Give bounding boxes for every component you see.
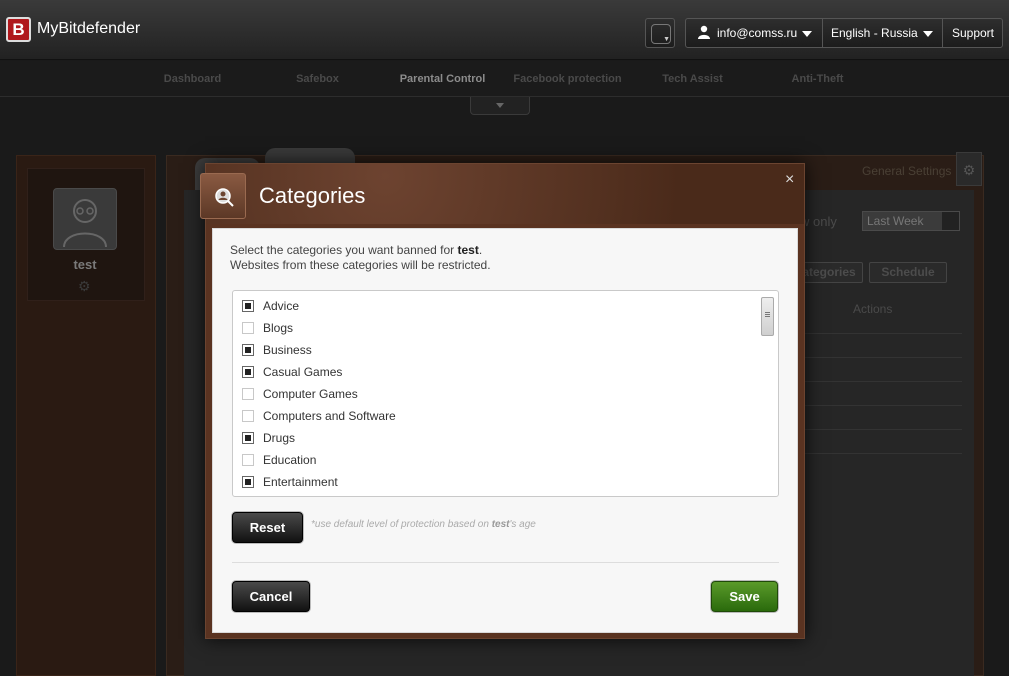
category-entertainment[interactable]: Entertainment <box>242 471 742 493</box>
category-label: Advice <box>263 299 300 313</box>
general-settings-link[interactable]: General Settings <box>862 164 951 178</box>
actions-column-header: Actions <box>853 302 893 316</box>
bitdefender-logo[interactable]: B <box>6 17 31 42</box>
nav-expand-tab[interactable] <box>470 97 530 115</box>
nav-item-dashboard[interactable]: Dashboard <box>130 73 255 85</box>
gear-icon[interactable]: ⚙ <box>78 278 91 295</box>
chevron-down-icon <box>942 212 959 230</box>
nav-item-parental-control[interactable]: Parental Control <box>380 73 505 85</box>
cancel-button[interactable]: Cancel <box>232 581 310 612</box>
category-business[interactable]: Business <box>242 339 742 361</box>
checkbox[interactable] <box>242 432 254 444</box>
close-icon[interactable]: × <box>785 171 794 189</box>
avatar <box>53 188 117 250</box>
checkbox[interactable] <box>242 322 254 334</box>
intro-user: test <box>457 243 479 257</box>
reset-note: *use default level of protection based o… <box>311 519 536 530</box>
checkbox[interactable] <box>242 388 254 400</box>
category-computers-software[interactable]: Computers and Software <box>242 405 742 427</box>
support-link[interactable]: Support <box>943 19 1003 47</box>
top-bar: B MyBitdefender ▼ info@comss.ru English … <box>0 0 1009 60</box>
language-label: English - Russia <box>831 26 918 40</box>
note-prefix: *use default level of protection based o… <box>311 519 492 530</box>
category-blogs[interactable]: Blogs <box>242 317 742 339</box>
intro-line1-prefix: Select the categories you want banned fo… <box>230 243 458 257</box>
dialog-title: Categories <box>259 183 366 208</box>
categories-icon <box>200 173 246 219</box>
nav-item-tech-assist[interactable]: Tech Assist <box>630 73 755 85</box>
notifications-button[interactable]: ▼ <box>645 18 675 48</box>
brand-name[interactable]: MyBitdefender <box>37 20 140 38</box>
profile-name: test <box>73 257 97 272</box>
intro-line1-suffix: . <box>478 243 483 257</box>
checkbox[interactable] <box>242 366 254 378</box>
category-label: Computers and Software <box>263 409 396 423</box>
divider <box>232 562 779 563</box>
checkbox[interactable] <box>242 454 254 466</box>
category-drugs[interactable]: Drugs <box>242 427 742 449</box>
category-education[interactable]: Education <box>242 449 742 471</box>
checkbox[interactable] <box>242 410 254 422</box>
category-casual-games[interactable]: Casual Games <box>242 361 742 383</box>
chevron-down-icon <box>496 103 504 108</box>
category-computer-games[interactable]: Computer Games <box>242 383 742 405</box>
chevron-down-icon: ▼ <box>663 36 670 43</box>
checkbox[interactable] <box>242 300 254 312</box>
child-avatar-icon <box>63 199 107 248</box>
divider <box>800 429 962 430</box>
show-only-label: w only <box>800 214 837 229</box>
schedule-button[interactable]: Schedule <box>869 262 947 283</box>
grip-icon <box>765 312 770 313</box>
category-advice[interactable]: Advice <box>242 295 742 317</box>
user-icon <box>698 25 710 39</box>
category-label: Business <box>263 343 312 357</box>
scrollbar[interactable] <box>761 297 774 336</box>
categories-dialog: Categories × Select the categories you w… <box>200 163 805 639</box>
categories-button[interactable]: ategories <box>795 262 863 283</box>
divider <box>800 333 962 334</box>
account-menu[interactable]: info@comss.ru <box>686 19 823 47</box>
nav-item-facebook-protection[interactable]: Facebook protection <box>505 73 630 85</box>
search-person-icon <box>215 188 234 207</box>
categories-list[interactable]: Advice Blogs Business Casual Games Compu… <box>232 290 779 497</box>
language-menu[interactable]: English - Russia <box>823 19 943 47</box>
category-label: Blogs <box>263 321 294 335</box>
category-label: Education <box>263 453 317 467</box>
period-value: Last Week <box>867 214 924 228</box>
dialog-body: Select the categories you want banned fo… <box>212 228 798 633</box>
category-label: Casual Games <box>263 365 343 379</box>
checkbox[interactable] <box>242 476 254 488</box>
account-toolbar: info@comss.ru English - Russia Support <box>685 18 1003 48</box>
gear-icon[interactable]: ⚙ <box>956 152 982 186</box>
note-suffix: 's age <box>509 519 536 530</box>
divider <box>800 405 962 406</box>
account-email: info@comss.ru <box>717 26 798 40</box>
reset-button[interactable]: Reset <box>232 512 303 543</box>
checkbox[interactable] <box>242 344 254 356</box>
divider <box>800 357 962 358</box>
period-select[interactable]: Last Week <box>862 211 960 231</box>
intro-line2: Websites from these categories will be r… <box>230 258 491 272</box>
note-user: test <box>491 519 510 530</box>
divider <box>800 453 962 454</box>
chevron-down-icon <box>802 30 813 37</box>
save-button[interactable]: Save <box>711 581 778 612</box>
category-label: Entertainment <box>263 475 338 489</box>
nav-item-safebox[interactable]: Safebox <box>255 73 380 85</box>
intro-text: Select the categories you want banned fo… <box>230 243 491 273</box>
chevron-down-icon <box>922 30 933 37</box>
divider <box>800 381 962 382</box>
category-label: Drugs <box>263 431 296 445</box>
main-nav: Dashboard Safebox Parental Control Faceb… <box>0 61 1009 97</box>
category-label: Computer Games <box>263 387 358 401</box>
nav-item-anti-theft[interactable]: Anti-Theft <box>755 73 880 85</box>
